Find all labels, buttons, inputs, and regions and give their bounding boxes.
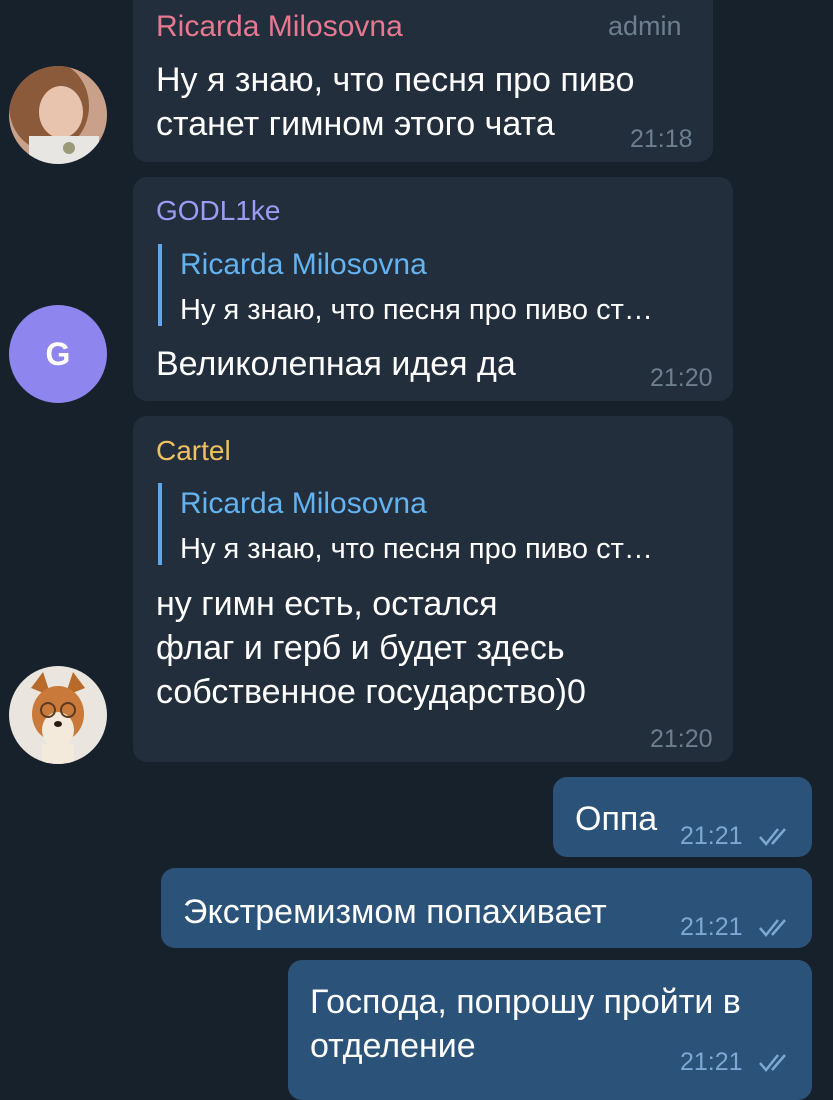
- avatar[interactable]: G: [9, 305, 107, 403]
- admin-badge: admin: [608, 11, 682, 41]
- message-time: 21:18: [630, 125, 693, 153]
- reply-sender-name: Ricarda Milosovna: [180, 487, 427, 520]
- message-text: Господа, попрошу пройти в отделение: [310, 983, 741, 1065]
- message-text: Экстремизмом попахивает: [183, 893, 607, 931]
- sender-name[interactable]: Ricarda Milosovna: [156, 10, 403, 44]
- sender-name[interactable]: GODL1ke: [156, 195, 281, 227]
- double-check-icon: [759, 1054, 786, 1072]
- message-text: ну гимн есть, остался флаг и герб и буде…: [156, 585, 586, 711]
- user-photo-icon: [9, 66, 107, 164]
- message-text: Великолепная идея да: [156, 345, 516, 383]
- reply-quote[interactable]: Ricarda Milosovna Ну я знаю, что песня п…: [158, 483, 653, 565]
- message-time: 21:20: [650, 364, 713, 392]
- avatar[interactable]: [9, 66, 107, 164]
- reply-quote[interactable]: Ricarda Milosovna Ну я знаю, что песня п…: [158, 244, 653, 326]
- message-text: Ну я знаю, что песня про пиво станет гим…: [156, 61, 635, 143]
- message-text: Оппа: [575, 800, 658, 838]
- outgoing-message-bubble[interactable]: Экстремизмом попахивает 21:21: [161, 868, 812, 948]
- avatar[interactable]: [9, 666, 107, 764]
- double-check-icon: [759, 919, 786, 937]
- sender-name[interactable]: Cartel: [156, 435, 231, 467]
- message-time: 21:21: [680, 913, 743, 941]
- reply-text: Ну я знаю, что песня про пиво ст…: [180, 294, 653, 326]
- outgoing-message-bubble[interactable]: Господа, попрошу пройти в отделение 21:2…: [288, 960, 812, 1100]
- outgoing-message-bubble[interactable]: Оппа 21:21: [553, 777, 812, 857]
- message-time: 21:20: [650, 725, 713, 753]
- reply-text: Ну я знаю, что песня про пиво ст…: [180, 533, 653, 565]
- avatar-letter: G: [45, 335, 71, 372]
- double-check-icon: [759, 828, 786, 846]
- message-time: 21:21: [680, 822, 743, 850]
- reply-sender-name: Ricarda Milosovna: [180, 248, 427, 281]
- dog-photo-icon: [9, 666, 107, 764]
- message-time: 21:21: [680, 1048, 743, 1076]
